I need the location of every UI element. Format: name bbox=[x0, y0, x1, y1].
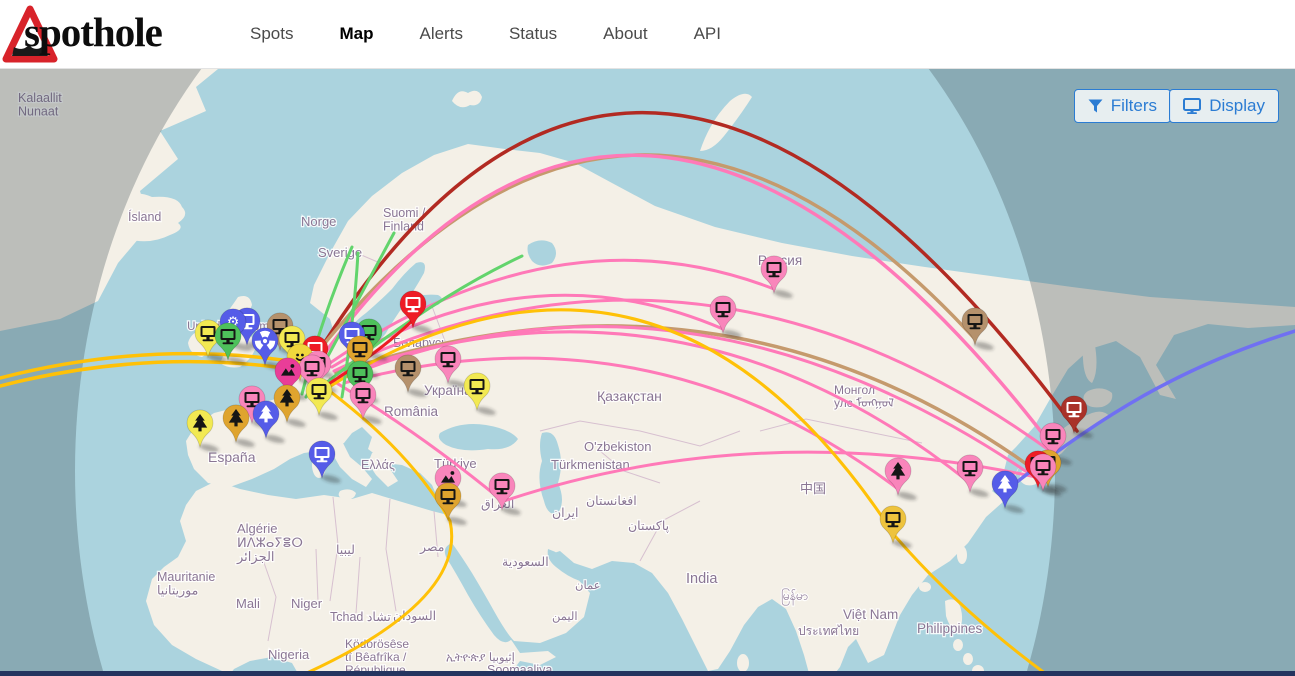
night-terminator-overlay bbox=[0, 69, 1295, 676]
map-container[interactable]: KalaallitNunaatÍslandNorgeSverigeSuomi /… bbox=[0, 69, 1295, 676]
nav-item-alerts[interactable]: Alerts bbox=[419, 24, 462, 44]
nav-item-status[interactable]: Status bbox=[509, 24, 557, 44]
footer-bar bbox=[0, 671, 1295, 676]
filters-button-label: Filters bbox=[1111, 96, 1157, 116]
nav-item-spots[interactable]: Spots bbox=[250, 24, 293, 44]
nav-item-api[interactable]: API bbox=[694, 24, 721, 44]
display-button[interactable]: Display bbox=[1169, 89, 1279, 123]
funnel-icon bbox=[1088, 99, 1103, 113]
brand-name: spothole bbox=[24, 8, 162, 56]
nav-item-map[interactable]: Map bbox=[339, 24, 373, 44]
app-header: spothole Spots Map Alerts Status About API bbox=[0, 0, 1295, 69]
brand-logo[interactable]: spothole bbox=[2, 2, 202, 66]
nav-item-about[interactable]: About bbox=[603, 24, 647, 44]
main-nav: Spots Map Alerts Status About API bbox=[250, 24, 721, 44]
monitor-icon bbox=[1183, 98, 1201, 114]
display-button-label: Display bbox=[1209, 96, 1265, 116]
world-map[interactable]: KalaallitNunaatÍslandNorgeSverigeSuomi /… bbox=[0, 69, 1295, 676]
filters-button[interactable]: Filters bbox=[1074, 89, 1171, 123]
